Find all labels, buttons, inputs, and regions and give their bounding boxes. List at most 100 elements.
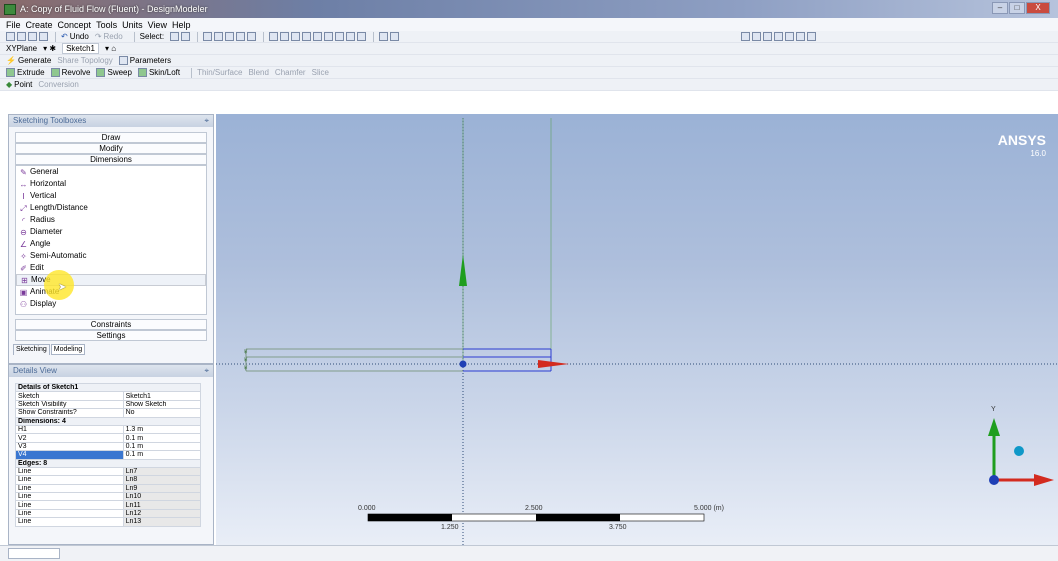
table-row[interactable]: Sketch Visibility Show Sketch — [15, 399, 202, 410]
edge-joints-icon[interactable] — [785, 32, 795, 41]
new-plane-icon[interactable]: ▾ ✱ — [43, 44, 56, 53]
select-edges-icon[interactable] — [214, 32, 224, 41]
tool-semi-automatic[interactable]: ✧ Semi-Automatic — [16, 250, 206, 262]
new-sketch-icon[interactable]: ▾ ⌂ — [105, 44, 116, 53]
menu-view[interactable]: View — [148, 20, 167, 30]
new-icon[interactable] — [6, 32, 15, 41]
table-row[interactable]: Sketch Sketch1 — [15, 391, 202, 401]
tool-horizontal[interactable]: ↔ Horizontal — [16, 178, 206, 190]
plane-select[interactable]: XYPlane — [6, 44, 37, 53]
box-zoom-icon[interactable] — [302, 32, 312, 41]
draw-group[interactable]: Draw — [15, 132, 207, 143]
conversion-button[interactable]: Conversion — [38, 80, 78, 89]
table-row[interactable]: Line Ln8 — [15, 475, 202, 485]
table-row[interactable]: Line Ln10 — [15, 492, 202, 502]
menu-file[interactable]: File — [6, 20, 21, 30]
sweep-button[interactable]: Sweep — [96, 68, 132, 77]
edge-coloring-icon[interactable] — [763, 32, 773, 41]
save-as-icon[interactable] — [28, 32, 37, 41]
display-plane-icon[interactable] — [379, 32, 389, 41]
tool-vertical[interactable]: Ⅰ Vertical — [16, 190, 206, 202]
zoom-to-fit-icon[interactable] — [313, 32, 323, 41]
tool-edit[interactable]: ✐ Edit — [16, 262, 206, 274]
status-field — [8, 548, 60, 559]
zoom-icon[interactable] — [291, 32, 301, 41]
edge-color-icon[interactable] — [807, 32, 817, 41]
table-row[interactable]: V4 0.1 m — [15, 450, 202, 460]
graphics-viewport[interactable]: ANSYS 16.0 ¥ ¥ ¥ 0.000 2.500 5.000 (m) 1… — [216, 114, 1058, 545]
image-icon[interactable] — [39, 32, 48, 41]
thin-surface-button[interactable]: Thin/Surface — [197, 68, 242, 77]
vertical-dimension-icon: Ⅰ — [22, 191, 25, 201]
point-button[interactable]: ◆ Point — [6, 80, 32, 89]
tool-diameter[interactable]: ⊖ Diameter — [16, 226, 206, 238]
menu-help[interactable]: Help — [172, 20, 191, 30]
generate-button[interactable]: ⚡ Generate — [6, 56, 51, 65]
edge-style-icon[interactable] — [774, 32, 784, 41]
display-edges-icon[interactable] — [741, 32, 751, 41]
triad-x-arrow — [1034, 474, 1054, 486]
settings-group[interactable]: Settings — [15, 330, 207, 341]
table-row[interactable]: H1 1.3 m — [15, 424, 202, 435]
redo-button[interactable]: ↷ Redo — [95, 32, 123, 41]
edge-direction-icon[interactable] — [796, 32, 806, 41]
panel-tabs: Sketching Modeling — [9, 341, 213, 355]
rotate-icon[interactable] — [269, 32, 279, 41]
close-button[interactable]: X — [1026, 2, 1050, 14]
parameters-button[interactable]: Parameters — [118, 56, 171, 65]
tool-radius[interactable]: ◜ Radius — [16, 214, 206, 226]
triad-y-arrow — [988, 418, 1000, 436]
table-row[interactable]: V3 0.1 m — [15, 441, 202, 452]
menu-units[interactable]: Units — [122, 20, 143, 30]
blend-button[interactable]: Blend — [248, 68, 268, 77]
save-icon[interactable] — [17, 32, 26, 41]
dimensions-group[interactable]: Dimensions — [15, 154, 207, 165]
table-row[interactable]: Line Ln7 — [15, 466, 202, 477]
slice-button[interactable]: Slice — [312, 68, 329, 77]
menu-concept[interactable]: Concept — [58, 20, 92, 30]
pan-icon[interactable] — [280, 32, 290, 41]
iso-view-icon[interactable] — [357, 32, 367, 41]
minimize-button[interactable]: – — [992, 2, 1008, 14]
origin-point[interactable] — [459, 360, 467, 368]
skin-loft-button[interactable]: Skin/Loft — [137, 68, 180, 77]
revolve-button[interactable]: Revolve — [50, 68, 90, 77]
menu-create[interactable]: Create — [26, 20, 53, 30]
next-view-icon[interactable] — [346, 32, 356, 41]
tool-general[interactable]: ✎ General — [16, 166, 206, 178]
magnifier-icon[interactable] — [324, 32, 334, 41]
constraints-group[interactable]: Constraints — [15, 319, 207, 330]
chamfer-button[interactable]: Chamfer — [275, 68, 306, 77]
table-row[interactable]: Line Ln13 — [15, 517, 202, 527]
select-bodies-icon[interactable] — [236, 32, 246, 41]
extend-selection-icon[interactable] — [247, 32, 257, 41]
pin-icon[interactable]: ⌖ — [204, 115, 209, 127]
toolbar-divider — [197, 31, 199, 42]
table-row[interactable]: Show Constraints? No — [15, 408, 202, 418]
dimensions-tool-list: ✎ General ↔ Horizontal Ⅰ Vertical ⤢ Length/D… — [15, 165, 207, 315]
extrude-button[interactable]: Extrude — [6, 68, 45, 77]
table-row[interactable]: V2 0.1 m — [15, 433, 202, 443]
tab-modeling[interactable]: Modeling — [50, 344, 86, 355]
previous-view-icon[interactable] — [335, 32, 345, 41]
tool-angle[interactable]: ∠ Angle — [16, 238, 206, 250]
tab-sketching[interactable]: Sketching — [13, 344, 50, 355]
table-row[interactable]: Line Ln12 — [15, 508, 202, 519]
display-vertices-icon[interactable] — [752, 32, 762, 41]
select-filter-icon[interactable] — [181, 32, 191, 41]
select-points-icon[interactable] — [203, 32, 213, 41]
maximize-button[interactable]: □ — [1009, 2, 1025, 14]
undo-button[interactable]: ↶ Undo — [61, 32, 89, 41]
table-row[interactable]: Line Ln9 — [15, 483, 202, 494]
menu-tools[interactable]: Tools — [96, 20, 117, 30]
tool-length-distance[interactable]: ⤢ Length/Distance — [16, 202, 206, 214]
pin-icon[interactable]: ⌖ — [204, 365, 209, 377]
look-at-icon[interactable] — [390, 32, 400, 41]
modify-group[interactable]: Modify — [15, 143, 207, 154]
tool-display[interactable]: ⚇ Display — [16, 298, 206, 310]
select-mode-icon[interactable] — [170, 32, 180, 41]
table-row[interactable]: Line Ln11 — [15, 500, 202, 510]
sketch-select[interactable]: Sketch1 — [62, 43, 99, 54]
select-faces-icon[interactable] — [225, 32, 235, 41]
share-topology-button[interactable]: Share Topology — [57, 56, 112, 65]
